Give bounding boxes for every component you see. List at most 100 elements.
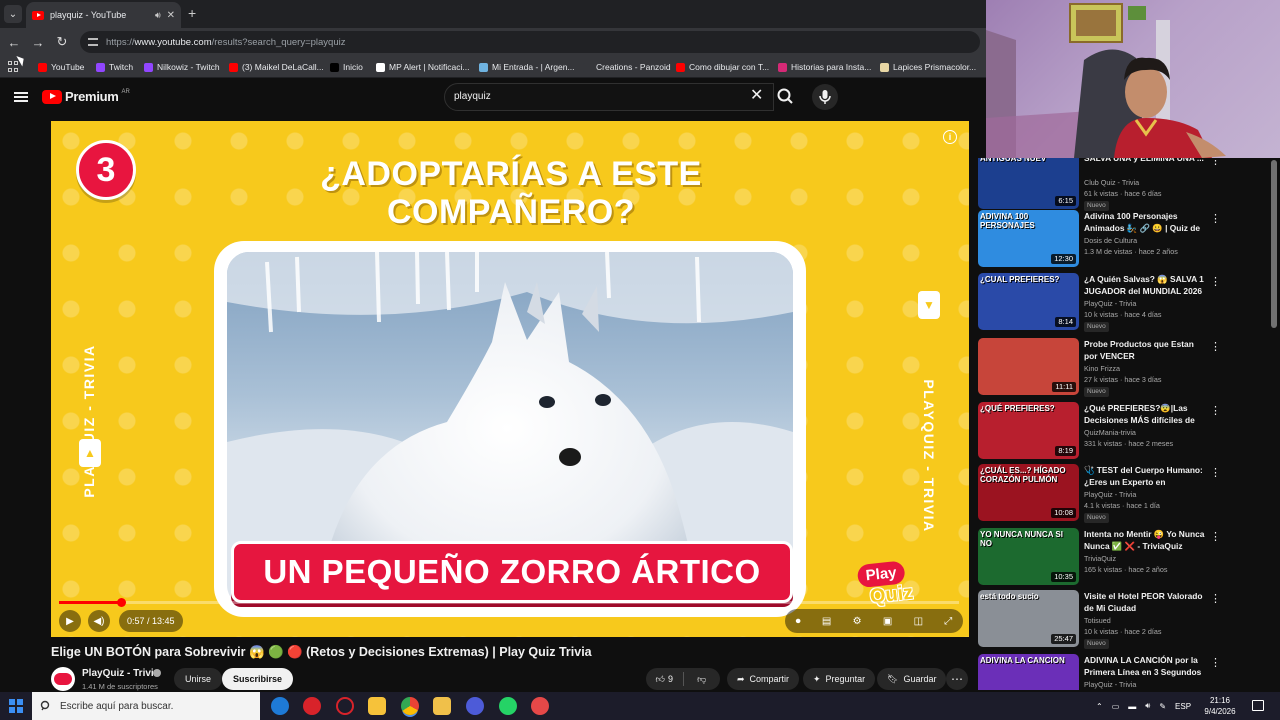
video-thumbnail[interactable]: ADIVINA LA CANCION <box>978 654 1079 690</box>
chrome-icon[interactable] <box>401 697 419 715</box>
video-thumbnail[interactable]: está todo sucio 25:47 <box>978 590 1079 647</box>
subtitles-icon[interactable]: ▤ <box>822 616 831 627</box>
more-options-icon[interactable]: ⋮ <box>1210 656 1221 669</box>
more-options-icon[interactable]: ⋮ <box>1210 340 1221 353</box>
whatsapp-icon[interactable] <box>499 697 517 715</box>
bookmark-item[interactable]: MP Alert | Notificaci... <box>376 60 469 74</box>
recommended-video[interactable]: 11:11 Probe Productos que Estan por VENCE… <box>978 338 1228 398</box>
recommended-video[interactable]: ANTIGUAS NUEV 6:15 SALVA UNA y ELIMINA UNA… <box>978 158 1228 212</box>
recommended-video[interactable]: ¿QUÉ PREFIERES? 8:19 ¿Qué PREFIERES?😨|Las … <box>978 402 1228 462</box>
bookmark-item[interactable]: Inicio <box>330 60 363 74</box>
sidebar-scrollbar[interactable] <box>1271 160 1277 328</box>
chevron-up-icon[interactable]: ⌃ <box>1096 702 1103 711</box>
video-thumbnail[interactable]: ¿CUAL PREFIERES? 8:14 <box>978 273 1079 330</box>
more-options-icon[interactable]: ⋮ <box>1210 404 1221 417</box>
tab-list-button[interactable]: ⌄ <box>4 5 22 23</box>
more-actions-button[interactable]: ⋯ <box>946 668 968 690</box>
messenger-icon[interactable] <box>466 697 484 715</box>
join-button[interactable]: Unirse <box>174 668 223 690</box>
video-thumbnail[interactable]: ¿QUÉ PREFIERES? 8:19 <box>978 402 1079 459</box>
volume-icon[interactable]: 🔊︎ <box>1145 701 1150 711</box>
cast-icon[interactable]: ◫ <box>914 616 923 627</box>
settings-gear-icon[interactable]: ⚙ <box>853 616 862 627</box>
recommended-video[interactable]: ¿CUÁL ES...? HÍGADO CORAZÓN PULMÓN 10:08 🩺… <box>978 464 1228 524</box>
file-explorer-icon[interactable] <box>433 697 451 715</box>
youtube-premium-logo[interactable]: Premium AR <box>42 89 130 104</box>
dislike-button[interactable]: 👎︎ <box>684 674 721 685</box>
more-options-icon[interactable]: ⋮ <box>1210 275 1221 288</box>
more-options-icon[interactable]: ⋮ <box>1210 212 1221 225</box>
recommended-video[interactable]: YO NUNCA NUNCA SI NO 10:35 Intenta no Ment… <box>978 528 1228 588</box>
recommended-video[interactable]: ADIVINA LA CANCION ADIVINA LA CANCIÓN por… <box>978 654 1228 690</box>
reload-button[interactable]: ↻ <box>52 32 72 52</box>
bookmark-item[interactable]: Twitch <box>96 60 133 74</box>
recommended-video-title: Intenta no Mentir 😜 Yo Nunca Nunca ✅ ❌ -… <box>1084 529 1205 551</box>
system-clock[interactable]: 21:16 9/4/2026 <box>1198 695 1242 717</box>
recommended-video[interactable]: ¿CUAL PREFIERES? 8:14 ¿A Quién Salvas? 😱 S… <box>978 273 1228 333</box>
bookmark-icon: 🔖︎ <box>887 673 899 684</box>
video-thumbnail[interactable]: ADIVINA 100 PERSONAJES 12:30 <box>978 210 1079 267</box>
new-tab-button[interactable]: + <box>188 5 196 21</box>
recommended-channel-name: Totisued <box>1084 616 1111 625</box>
apps-grid-icon[interactable] <box>8 61 19 72</box>
recommended-video[interactable]: ADIVINA 100 PERSONAJES 12:30 Adivina 100 P… <box>978 210 1228 270</box>
speaker-icon[interactable]: 🔊︎ <box>155 10 161 21</box>
edge-browser-icon[interactable] <box>271 697 289 715</box>
bookmark-item[interactable]: Nilkowiz - Twitch <box>144 60 220 74</box>
taskbar-search[interactable]: Escribe aquí para buscar. <box>32 692 260 720</box>
app-tray-icon[interactable]: ▭ <box>1112 702 1120 711</box>
more-options-icon[interactable]: ⋮ <box>1210 530 1221 543</box>
language-indicator[interactable]: ESP <box>1175 702 1191 711</box>
site-info-icon[interactable] <box>88 38 98 46</box>
more-options-icon[interactable]: ⋮ <box>1210 158 1221 167</box>
video-thumbnail[interactable]: YO NUNCA NUNCA SI NO 10:35 <box>978 528 1079 585</box>
share-button[interactable]: ➦ Compartir <box>727 668 800 690</box>
info-icon[interactable]: i <box>943 130 957 144</box>
like-button[interactable]: 👍︎ 9 <box>646 674 683 685</box>
network-icon[interactable]: ▬ <box>1128 702 1136 711</box>
bookmark-item[interactable]: Historias para Insta... <box>778 60 871 74</box>
search-button[interactable] <box>772 83 798 111</box>
bookmark-item[interactable]: (3) Maikel DeLaCall... <box>229 60 324 74</box>
voice-search-button[interactable] <box>812 84 838 110</box>
volume-button[interactable]: ◀) <box>88 610 110 632</box>
microsoft-store-icon[interactable] <box>368 697 386 715</box>
bookmark-item[interactable]: Mi Entrada - | Argen... <box>479 60 575 74</box>
miniplayer-icon[interactable]: ▣ <box>883 616 892 627</box>
channel-avatar[interactable] <box>51 667 75 691</box>
opera-icon[interactable] <box>303 697 321 715</box>
autoplay-toggle-icon[interactable]: ⏺ <box>796 616 801 627</box>
recommended-video[interactable]: está todo sucio 25:47 Visite el Hotel PEOR… <box>978 590 1228 650</box>
bookmark-favicon-icon <box>676 62 685 72</box>
more-options-icon[interactable]: ⋮ <box>1210 592 1221 605</box>
back-button[interactable]: ← <box>4 32 24 52</box>
obs-icon[interactable] <box>531 697 549 715</box>
tab-close-icon[interactable]: ✕ <box>167 10 175 21</box>
video-thumbnail[interactable]: ANTIGUAS NUEV 6:15 <box>978 158 1079 209</box>
channel-name[interactable]: PlayQuiz - Trivia <box>82 668 159 679</box>
search-input[interactable] <box>454 91 734 102</box>
bookmark-item[interactable]: Como dibujar con T... <box>676 60 769 74</box>
opera-gx-icon[interactable] <box>336 697 354 715</box>
bookmark-item[interactable]: Creations - Panzoid <box>583 60 671 74</box>
notification-center-icon[interactable] <box>1252 700 1264 711</box>
pen-icon[interactable]: ✎ <box>1159 702 1166 711</box>
windows-start-icon[interactable] <box>9 699 23 713</box>
video-player[interactable]: 3 ¿ADOPTARÍAS A ESTE COMPAÑERO? PLAYQUIZ… <box>51 121 969 637</box>
browser-tab[interactable]: playquiz - YouTube 🔊︎ ✕ <box>26 2 181 28</box>
bookmark-item[interactable]: YouTube <box>38 60 84 74</box>
video-thumbnail[interactable]: ¿CUÁL ES...? HÍGADO CORAZÓN PULMÓN 10:08 <box>978 464 1079 521</box>
forward-button[interactable]: → <box>28 32 48 52</box>
fullscreen-icon[interactable]: ⤢ <box>944 616 952 627</box>
address-bar[interactable]: https://www.youtube.com/results?search_q… <box>80 31 980 53</box>
subscribe-button[interactable]: Suscribirse <box>222 668 294 690</box>
play-button[interactable]: ▶ <box>59 610 81 632</box>
bookmark-item[interactable]: Lapices Prismacolor... <box>880 60 976 74</box>
hamburger-menu-icon[interactable] <box>14 92 28 102</box>
video-thumbnail[interactable]: 11:11 <box>978 338 1079 395</box>
clear-search-icon[interactable]: ✕ <box>750 86 763 106</box>
progress-bar[interactable] <box>59 598 959 607</box>
save-button[interactable]: 🔖︎ Guardar <box>877 668 947 690</box>
more-options-icon[interactable]: ⋮ <box>1210 466 1221 479</box>
ask-button[interactable]: ✦ Preguntar <box>803 668 876 690</box>
